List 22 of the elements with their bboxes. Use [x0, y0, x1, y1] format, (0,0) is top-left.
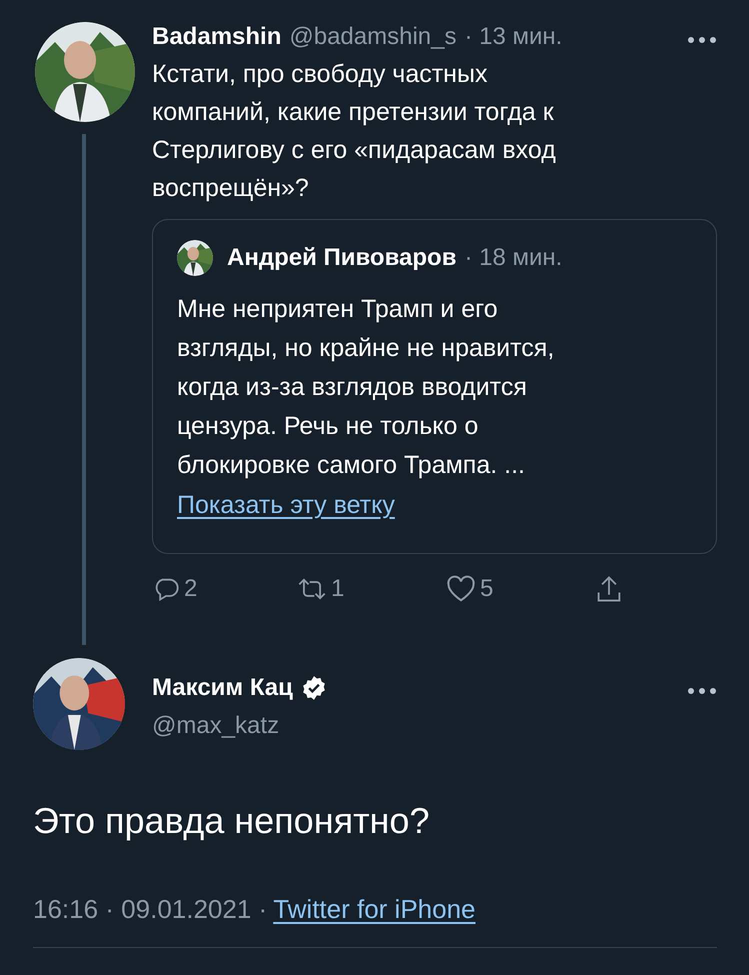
share-button[interactable]	[595, 574, 623, 604]
quote-time: · 18 мин.	[464, 244, 562, 272]
quoted-tweet[interactable]: Андрей Пивоваров · 18 мин. Мне неприятен Трамп и его взгляды, но крайне не нравится, когда из-за взглядов вводится цензура. Речь не только о блокировке самого Трампа. ... Показать эту ветку	[152, 219, 717, 554]
show-thread-link[interactable]: Показать эту ветку	[177, 491, 395, 520]
source-link[interactable]: Twitter for iPhone	[273, 894, 476, 924]
heart-icon	[446, 575, 476, 603]
author-name[interactable]: Badamshin	[152, 23, 282, 51]
like-button[interactable]: 5	[446, 574, 494, 604]
quote-text: Мне неприятен Трамп и его взгляды, но крайне не нравится, когда из-за взглядов вводится цензура. Речь не только о блокировке самого Трампа. ...	[177, 294, 556, 481]
author-handle[interactable]: @badamshin_s	[289, 23, 456, 51]
retweet-button[interactable]: 1	[297, 574, 344, 604]
reply-button[interactable]: 2	[152, 574, 198, 604]
tweet-timestamp: 16:16 · 09.01.2021 ·	[33, 894, 268, 924]
author-name[interactable]: Максим Кац	[152, 674, 293, 702]
more-icon[interactable]	[687, 687, 717, 695]
tweet-text: Кстати, про свободу частных компаний, какие претензии тогда к Стерлигову с его «пидарасам вход воспрещён»?	[152, 59, 557, 204]
share-icon	[595, 574, 623, 604]
author-handle[interactable]: @max_katz	[152, 712, 717, 740]
more-icon[interactable]	[687, 36, 717, 44]
tweet-time: · 13 мин.	[464, 23, 562, 51]
quote-author-name: Андрей Пивоваров	[227, 244, 456, 272]
tweet-text: Это правда непонятно?	[33, 800, 430, 842]
